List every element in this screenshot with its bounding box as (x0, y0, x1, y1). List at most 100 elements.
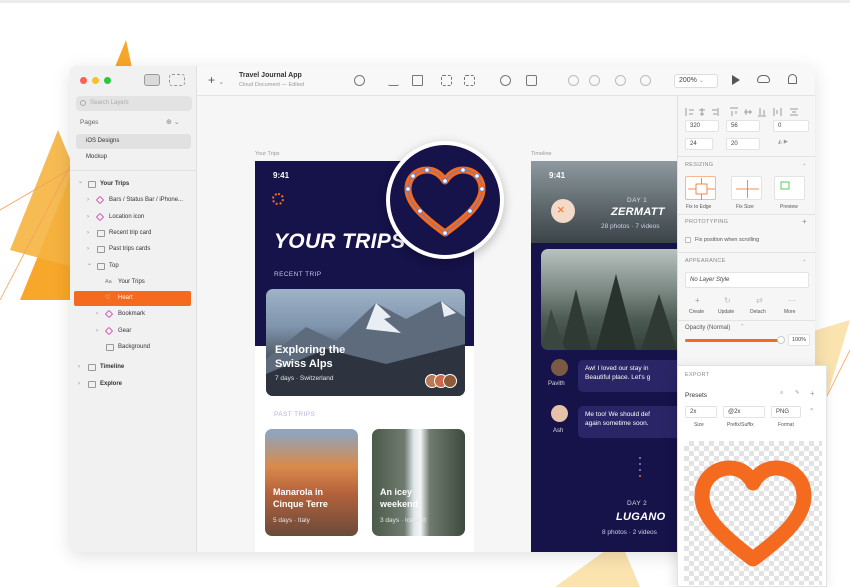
preview-control[interactable] (774, 176, 805, 200)
text-icon[interactable] (412, 75, 423, 86)
add-prototype-icon[interactable]: + (802, 217, 807, 226)
align-left-icon[interactable] (685, 108, 694, 116)
subtract-icon[interactable] (589, 75, 600, 86)
style-icon[interactable] (388, 75, 399, 86)
layer-item[interactable]: › Bars / Status Bar / iPhone... (70, 193, 197, 208)
intersect-icon[interactable] (615, 75, 626, 86)
anchor-point[interactable] (442, 178, 448, 184)
anchor-point[interactable] (460, 167, 466, 173)
add-export-icon[interactable]: + (810, 389, 815, 398)
difference-icon[interactable] (640, 75, 651, 86)
page-item-ios-designs[interactable]: iOS Designs (76, 134, 191, 149)
chevron-right-icon[interactable]: › (78, 377, 80, 392)
layer-item[interactable]: › Location icon (70, 210, 197, 225)
minimize-window-button[interactable] (92, 77, 99, 84)
align-middle-icon[interactable] (744, 109, 752, 115)
fix-size-control[interactable] (731, 176, 762, 200)
transform-icon[interactable] (526, 75, 537, 86)
layer-item[interactable]: ⌄ Top (70, 259, 197, 274)
zoom-window-button[interactable] (104, 77, 111, 84)
close-window-button[interactable] (80, 77, 87, 84)
layer-item[interactable]: › Past trips cards (70, 242, 197, 257)
heart-icon[interactable] (390, 145, 500, 255)
export-suffix-field[interactable]: @2x (723, 406, 765, 418)
layers-view-icon[interactable] (144, 74, 160, 86)
anchor-point[interactable] (467, 208, 473, 214)
opacity-slider[interactable] (685, 336, 785, 344)
align-center-icon[interactable] (699, 108, 705, 116)
artboard-label-timeline[interactable]: Timeline (531, 151, 552, 157)
layer-item[interactable]: Background (70, 340, 197, 355)
x-field[interactable]: 320 (685, 120, 719, 132)
layer-item[interactable]: › Gear (70, 324, 197, 339)
layer-item[interactable]: › Recent trip card (70, 226, 197, 241)
export-format-select[interactable]: PNG (771, 406, 801, 418)
insert-button[interactable]: + ⌄ (208, 73, 224, 87)
notifications-icon[interactable] (788, 74, 797, 84)
components-view-icon[interactable] (169, 74, 185, 86)
chevron-down-icon[interactable]: ⌄ (78, 175, 83, 190)
symbol-icon[interactable] (354, 75, 365, 86)
anchor-point[interactable] (410, 173, 416, 179)
opacity-slider-knob[interactable] (777, 336, 785, 344)
more-style-icon[interactable]: … (788, 294, 796, 303)
flip-icons[interactable]: ◭ ▶ (778, 139, 788, 145)
remove-export-icon[interactable]: × (810, 407, 813, 413)
layer-item[interactable]: › Timeline (70, 360, 197, 375)
chevron-right-icon[interactable]: › (96, 324, 98, 339)
anchor-point[interactable] (405, 186, 411, 192)
layer-style-select[interactable]: No Layer Style (685, 272, 809, 288)
export-settings-icon[interactable]: ≡ (780, 390, 783, 396)
export-size-select[interactable]: 2x (685, 406, 717, 418)
group-icon[interactable] (441, 75, 452, 86)
opacity-mode-chevron[interactable]: ⌃ (740, 324, 745, 330)
align-top-icon[interactable] (730, 107, 738, 116)
chevron-right-icon[interactable]: › (87, 193, 89, 208)
detach-style-icon[interactable]: ⇄ (756, 296, 763, 305)
anchor-point[interactable] (474, 173, 480, 179)
forest-photo[interactable] (541, 249, 677, 350)
layer-item[interactable]: ⌄ Your Trips (70, 177, 197, 192)
width-field[interactable]: 24 (685, 138, 713, 150)
artboard-label-your-trips[interactable]: Your Trips (255, 151, 280, 157)
anchor-point[interactable] (479, 186, 485, 192)
chevron-right-icon[interactable]: › (96, 307, 98, 322)
layer-item[interactable]: ♡ Heart (74, 291, 191, 307)
opacity-field[interactable]: 100% (788, 334, 810, 346)
update-style-icon[interactable]: ↻ (724, 296, 731, 305)
search-layers-input[interactable]: Search Layers (76, 96, 192, 111)
fix-position-checkbox[interactable] (685, 237, 691, 243)
chevron-right-icon[interactable]: › (87, 210, 89, 225)
add-page-icon[interactable]: ⊕ ⌄ (166, 118, 180, 126)
page-item-mockup[interactable]: Mockup (76, 150, 191, 165)
rotation-field[interactable]: 0 (773, 120, 809, 132)
anchor-point[interactable] (424, 167, 430, 173)
chevron-right-icon[interactable]: › (87, 226, 89, 241)
slice-icon[interactable]: ✎ (795, 390, 800, 396)
union-icon[interactable] (568, 75, 579, 86)
chevron-right-icon[interactable]: › (78, 360, 80, 375)
ungroup-icon[interactable] (464, 75, 475, 86)
anchor-point[interactable] (442, 230, 448, 236)
gear-icon[interactable] (272, 193, 284, 205)
collapse-icon[interactable]: ⌄ (802, 257, 807, 263)
chevron-down-icon[interactable]: ⌄ (87, 257, 92, 272)
distribute-h-icon[interactable] (773, 108, 782, 116)
align-bottom-icon[interactable] (758, 108, 766, 117)
collapse-icon[interactable]: ⌄ (802, 161, 807, 167)
recent-trip-card[interactable]: Exploring the Swiss Alps 7 days · Switze… (266, 289, 465, 396)
edit-icon[interactable] (500, 75, 511, 86)
create-style-icon[interactable]: + (695, 296, 700, 305)
past-trip-card-iceland[interactable]: An icey weekend 3 days · Iceland (372, 429, 465, 536)
layer-item[interactable]: › Bookmark (70, 307, 197, 322)
past-trip-card-cinque-terre[interactable]: Manarola in Cinque Terre 5 days · Italy (265, 429, 358, 536)
zoom-select[interactable]: 200% ⌄ (674, 74, 718, 88)
artboard-timeline[interactable]: 9:41 × DAY 1 ZERMATT 28 photos · 7 video… (531, 161, 677, 552)
anchor-point[interactable] (417, 208, 423, 214)
fix-to-edge-control[interactable] (685, 176, 716, 200)
height-field[interactable]: 20 (726, 138, 760, 150)
preview-icon[interactable] (732, 75, 740, 85)
chevron-right-icon[interactable]: › (87, 242, 89, 257)
layer-item[interactable]: Aa Your Trips (70, 275, 197, 290)
distribute-v-icon[interactable] (790, 108, 798, 116)
